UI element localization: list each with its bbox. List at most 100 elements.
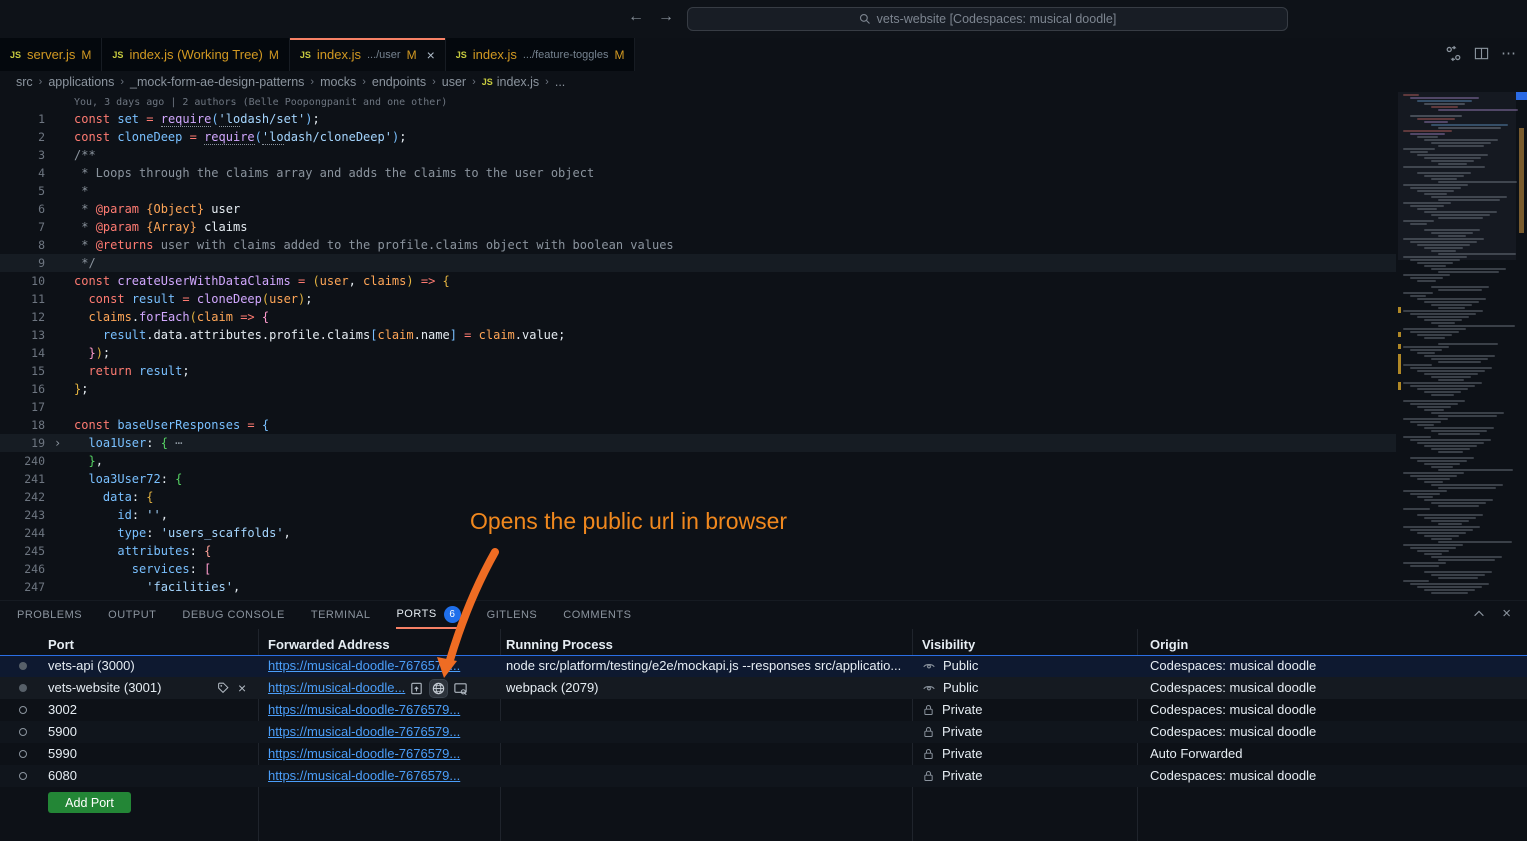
port-row[interactable]: vets-website (3001)×https://musical-dood… (0, 677, 1527, 699)
editor-tab-3[interactable]: JSindex.js.../userM× (290, 38, 446, 71)
code-line: 8 * @returns user with claims added to t… (0, 236, 1396, 254)
breadcrumb-item[interactable]: _mock-form-ae-design-patterns (130, 75, 304, 89)
breadcrumb-item[interactable]: JSindex.js (482, 75, 539, 89)
breadcrumb-item[interactable]: mocks (320, 75, 356, 89)
copy-address-icon[interactable] (408, 680, 425, 697)
code-line: 245 attributes: { (0, 542, 1396, 560)
code-line: 5 * (0, 182, 1396, 200)
line-number: 10 (0, 272, 45, 290)
running-process: node src/platform/testing/e2e/mockapi.js… (506, 655, 901, 677)
maximize-panel-icon[interactable] (1472, 607, 1486, 621)
breadcrumb-item[interactable]: endpoints (372, 75, 426, 89)
fold-gutter (45, 506, 74, 524)
code-text: loa3User72: { (74, 470, 1396, 488)
breadcrumb-item[interactable]: user (442, 75, 466, 89)
overview-ruler[interactable] (1516, 92, 1527, 600)
forwarded-address-link[interactable]: https://musical-doodle-7676579... (268, 699, 460, 721)
close-tab-icon[interactable]: × (427, 47, 435, 63)
command-center-search[interactable]: vets-website [Codespaces: musical doodle… (687, 7, 1288, 31)
panel-tab-debug-console[interactable]: DEBUG CONSOLE (182, 601, 284, 629)
line-number: 12 (0, 308, 45, 326)
code-text: }); (74, 344, 1396, 362)
lock-icon (922, 747, 935, 761)
breadcrumb-separator-icon: › (120, 76, 124, 88)
more-actions-icon[interactable]: ⋯ (1501, 44, 1517, 62)
port-name: 6080 (48, 765, 77, 787)
port-name: 5990 (48, 743, 77, 765)
col-header-running-process: Running Process (506, 637, 613, 652)
panel-tab-ports[interactable]: PORTS6 (396, 601, 460, 629)
set-port-label-icon[interactable] (216, 681, 230, 695)
port-row[interactable]: vets-api (3000) https://musical-doodle-76… (0, 655, 1527, 677)
close-panel-icon[interactable]: × (1502, 605, 1511, 622)
panel-tab-output[interactable]: OUTPUT (108, 601, 156, 629)
ruler-viewport-mark (1516, 92, 1527, 100)
code-text: result.data.attributes.profile.claims[cl… (74, 326, 1396, 344)
editor-tab-4[interactable]: JSindex.js.../feature-togglesM (446, 38, 636, 71)
panel-tab-terminal[interactable]: TERMINAL (311, 601, 371, 629)
code-text: const result = cloneDeep(user); (74, 290, 1396, 308)
port-idle-indicator (19, 750, 27, 758)
code-line: 10const createUserWithDataClaims = (user… (0, 272, 1396, 290)
port-running-indicator (19, 662, 27, 670)
forwarded-address-link[interactable]: https://musical-doodle-7676579... (268, 765, 460, 787)
split-editor-icon[interactable] (1474, 46, 1489, 61)
search-icon (859, 13, 871, 25)
forwarded-address-link[interactable]: https://musical-doodle-7676579... (268, 655, 460, 677)
breadcrumb-separator-icon: › (362, 76, 366, 88)
code-text: * (74, 182, 1396, 200)
line-number: 4 (0, 164, 45, 182)
panel-tab-problems[interactable]: PROBLEMS (17, 601, 82, 629)
nav-back-icon[interactable]: ← (628, 8, 644, 26)
minimap[interactable] (1398, 92, 1516, 600)
col-header-visibility: Visibility (922, 637, 975, 652)
nav-forward-icon[interactable]: → (658, 8, 674, 26)
tab-filename: index.js (Working Tree) (129, 47, 262, 62)
code-text: const baseUserResponses = { (74, 416, 1396, 434)
fold-gutter (45, 398, 74, 416)
breadcrumb-separator-icon: › (472, 76, 476, 88)
preview-in-editor-icon[interactable] (452, 680, 469, 697)
fold-chevron-icon[interactable]: › (45, 434, 74, 452)
forwarded-address-link[interactable]: https://musical-doodle-7676579... (268, 743, 460, 765)
breadcrumb-item[interactable]: ... (555, 75, 565, 89)
ruler-scroll-thumb[interactable] (1519, 128, 1524, 233)
port-row[interactable]: 5900https://musical-doodle-7676579...Pri… (0, 721, 1527, 743)
panel-tab-gitlens[interactable]: GITLENS (487, 601, 538, 629)
line-number: 243 (0, 506, 45, 524)
port-row[interactable]: 3002https://musical-doodle-7676579...Pri… (0, 699, 1527, 721)
line-number: 15 (0, 362, 45, 380)
code-line: 6 * @param {Object} user (0, 200, 1396, 218)
panel-tab-comments[interactable]: COMMENTS (563, 601, 631, 629)
open-changes-icon[interactable] (1445, 45, 1462, 62)
breadcrumb-item[interactable]: src (16, 75, 33, 89)
open-in-browser-globe-icon[interactable] (430, 680, 447, 697)
line-number: 245 (0, 542, 45, 560)
port-visibility: Private (922, 743, 982, 765)
port-origin: Codespaces: musical doodle (1150, 699, 1316, 721)
line-number: 9 (0, 254, 45, 272)
add-port-button[interactable]: Add Port (48, 792, 131, 813)
modified-badge: M (407, 48, 417, 62)
forwarded-address-link[interactable]: https://musical-doodle-7676579... (268, 721, 460, 743)
port-row[interactable]: 6080https://musical-doodle-7676579...Pri… (0, 765, 1527, 787)
line-number: 16 (0, 380, 45, 398)
port-name: vets-api (3000) (48, 655, 135, 677)
code-line: 13 result.data.attributes.profile.claims… (0, 326, 1396, 344)
port-origin: Codespaces: musical doodle (1150, 655, 1316, 677)
js-file-icon: JS (10, 50, 21, 60)
breadcrumb-item[interactable]: applications (48, 75, 114, 89)
fold-gutter (45, 128, 74, 146)
fold-gutter (45, 110, 74, 128)
fold-gutter (45, 524, 74, 542)
port-row[interactable]: 5990 https://musical-doodle-7676579... Pri… (0, 743, 1527, 765)
editor-tab-1[interactable]: JSserver.jsM (0, 38, 102, 71)
editor-tab-2[interactable]: JSindex.js (Working Tree)M (102, 38, 289, 71)
code-line: 2const cloneDeep = require('lodash/clone… (0, 128, 1396, 146)
git-blame-annotation: You, 3 days ago | 2 authors (Belle Poopo… (74, 97, 447, 108)
fold-gutter (45, 308, 74, 326)
fold-gutter (45, 488, 74, 506)
forwarded-address-link[interactable]: https://musical-doodle... (268, 677, 405, 699)
stop-forwarding-icon[interactable]: × (238, 681, 246, 696)
port-idle-indicator (19, 706, 27, 714)
